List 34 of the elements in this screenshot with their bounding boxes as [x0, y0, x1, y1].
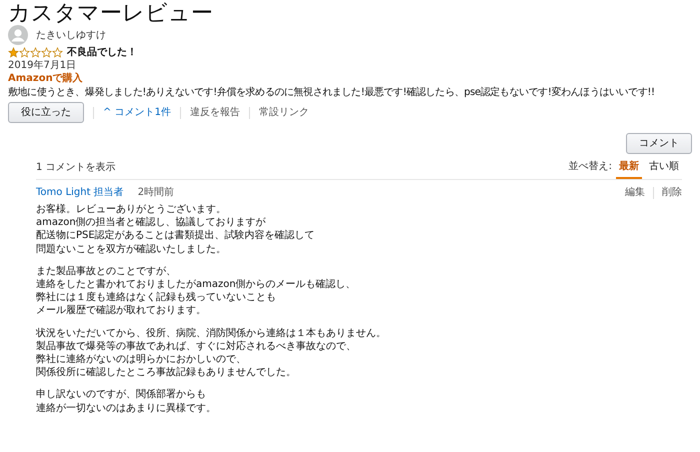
review-link[interactable]: 違反を報告: [190, 106, 240, 119]
page-title: カスタマーレビュー: [8, 0, 214, 27]
avatar-icon: [8, 25, 28, 45]
comment-text: 状況をいただいてから、役所、病院、消防関係から連絡は１本もありません。: [36, 326, 386, 340]
comment-text: 関係役所に確認したところ事故記録もありませんでした。: [36, 366, 296, 380]
comment-count: 1 コメントを表示: [36, 161, 116, 175]
review-headline: 不良品でした！: [67, 46, 137, 59]
comment-text: 弊社には１度も連絡はなく記録も残っていないことも: [36, 291, 276, 304]
review-text: 敷地に使うとき、爆発しました!ありえないです!弁償を求めるのに無視されました!最悪です!確認したら、pse認定もないです!変わんほうはいいです!!: [8, 86, 655, 100]
purchase-label: Amazonで購入: [8, 73, 83, 84]
comment-text: 製品事故で爆発等の事故であれば、すぐに対応されるべき事故なので、: [36, 340, 356, 354]
comment-text: 問題ないことを双方が確認いたしました。: [36, 242, 226, 256]
comment-text: 配送物にPSE認定があることは書類提出、試験内容を確認して: [36, 229, 315, 243]
comment-action-link[interactable]: 編集: [625, 186, 645, 199]
comment-action-link[interactable]: 削除: [662, 186, 682, 199]
comment-text: また製品事故とのことですが、: [36, 264, 176, 278]
reviewer-name: たきいしゆすけ: [36, 28, 106, 42]
comment-text: 弊社に連絡がないのは明らかにおかしいので、: [36, 353, 246, 366]
comments-toggle-link[interactable]: ^ コメント1件: [103, 106, 171, 119]
sort-label: 並べ替え:: [568, 160, 612, 174]
sort-tab[interactable]: 古い順: [646, 158, 682, 179]
review-link[interactable]: 常設リンク: [258, 106, 309, 119]
comment-text: 連絡をしたと書かれておりましたがamazon側からのメールも確認し、: [36, 278, 356, 292]
comment-text: 連絡が一切ないのはあまりに異様です。: [36, 402, 216, 415]
comment-time: 2時間前: [138, 186, 174, 199]
comment-text: amazon側の担当者と確認し、協議しておりますが: [36, 216, 266, 230]
comment-author-link[interactable]: Tomo Light 担当者: [36, 186, 124, 199]
sort-tab[interactable]: 最新: [616, 158, 642, 179]
comment-button[interactable]: コメント: [626, 133, 692, 154]
comment-text: メール履歴で確認が取れております。: [36, 304, 206, 318]
helpful-button[interactable]: 役に立った: [8, 102, 84, 123]
comment-text: 申し訳ないのですが、関係部署からも: [36, 388, 206, 402]
comment-text: お客様。レビューありがとうございます。: [36, 203, 226, 216]
review-date: 2019年7月1日: [8, 60, 76, 71]
